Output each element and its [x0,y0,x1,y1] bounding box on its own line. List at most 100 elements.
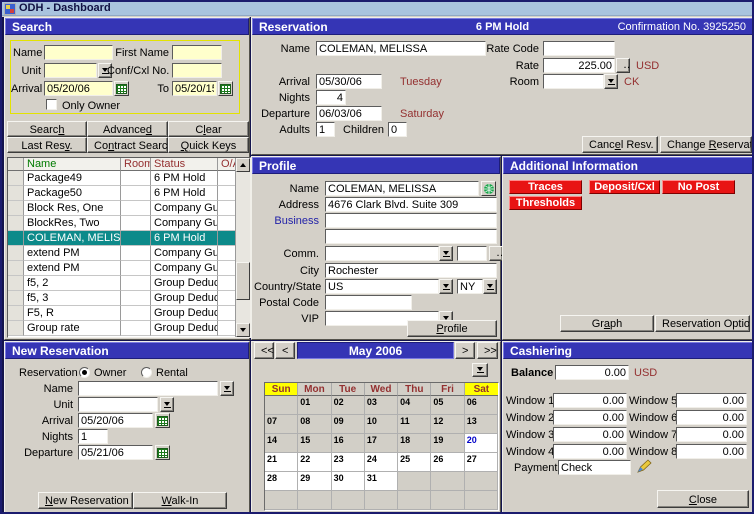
prev-year-button[interactable]: << [254,342,274,359]
only-owner-checkbox[interactable] [46,99,57,110]
calendar-day-25[interactable]: 25 [398,453,431,472]
calendar-day-07[interactable]: 07 [265,415,298,434]
calendar-day-31[interactable]: 31 [365,472,398,491]
next-year-button[interactable]: >> [477,342,498,359]
table-header-status[interactable]: Status [151,158,218,171]
res-arrival-input[interactable] [316,74,382,89]
state-input[interactable] [457,279,483,294]
table-row[interactable]: F5, RGroup Deduct [8,306,235,321]
change-reservation-button[interactable]: Change Reservation [660,136,752,153]
scroll-up-icon[interactable] [236,158,250,172]
calendar-day-14[interactable]: 14 [265,434,298,453]
calendar-day-17[interactable]: 17 [365,434,398,453]
search-button[interactable]: Search [7,121,87,137]
table-scrollbar[interactable] [235,158,250,337]
window-8-field[interactable] [676,444,747,459]
comm-ellipsis-button[interactable]: … [489,246,503,261]
table-row[interactable]: f5, 3Group Deduct [8,291,235,306]
calendar-view-dropdown-icon[interactable] [472,363,488,377]
window-6-field[interactable] [676,410,747,425]
rental-radio[interactable] [141,367,152,378]
window-1-field[interactable] [553,393,627,408]
thresholds-indicator[interactable]: Thresholds [509,196,582,210]
rate-ellipsis-button[interactable]: … [616,58,630,73]
graph-button[interactable]: Graph [560,315,654,332]
calendar-day-24[interactable]: 24 [365,453,398,472]
business-input[interactable] [325,213,497,228]
calendar-day-06[interactable]: 06 [465,396,498,415]
res-name-input[interactable] [316,41,486,56]
owner-radio-label[interactable]: Owner [94,367,134,379]
cancel-resv-button[interactable]: Cancel Resv. [582,136,658,153]
calendar-day-13[interactable]: 13 [465,415,498,434]
window-7-field[interactable] [676,427,747,442]
table-row[interactable]: extend PMCompany Guara [8,261,235,276]
window-3-field[interactable] [553,427,627,442]
table-row[interactable]: Package496 PM Hold [8,171,235,186]
newres-unit-dropdown-icon[interactable] [160,397,174,412]
no-post-indicator[interactable]: No Post [662,180,735,194]
state-dropdown-icon[interactable] [483,279,497,294]
rental-radio-label[interactable]: Rental [156,367,196,379]
table-row[interactable]: Group rateGroup Deduct [8,321,235,336]
comm-input-2[interactable] [457,246,487,261]
country-dropdown-icon[interactable] [439,279,453,294]
close-button[interactable]: Close [657,490,749,508]
table-header-room[interactable]: Room [121,158,151,171]
advanced-button[interactable]: Advanced [87,121,168,137]
newres-name-dropdown-icon[interactable] [220,381,234,396]
calendar-day-05[interactable]: 05 [431,396,464,415]
window-2-field[interactable] [553,410,627,425]
table-header-oa[interactable]: O/A [218,158,235,171]
prev-month-button[interactable]: < [275,342,295,359]
newres-departure-input[interactable] [78,445,153,460]
scroll-down-icon[interactable] [236,323,250,337]
globe-icon[interactable] [481,181,496,196]
country-input[interactable] [325,279,439,294]
business-label[interactable]: Business [254,215,319,227]
nights-input[interactable] [316,90,346,105]
newres-unit-input[interactable] [78,397,158,412]
calendar-day-04[interactable]: 04 [398,396,431,415]
postal-code-input[interactable] [325,295,412,310]
room-dropdown-icon[interactable] [604,74,618,89]
calendar-day-09[interactable]: 09 [332,415,365,434]
adults-input[interactable] [316,122,335,137]
calendar-day-12[interactable]: 12 [431,415,464,434]
window-5-field[interactable] [676,393,747,408]
calendar-day-30[interactable]: 30 [332,472,365,491]
calendar-day-01[interactable]: 01 [298,396,331,415]
table-row[interactable]: BlockRes, TwoCompany Guara [8,216,235,231]
traces-indicator[interactable]: Traces [509,180,582,194]
new-reservation-button[interactable]: New Reservation [38,492,133,509]
calendar-day-18[interactable]: 18 [398,434,431,453]
calendar-day-29[interactable]: 29 [298,472,331,491]
calendar-day-03[interactable]: 03 [365,396,398,415]
newres-departure-calendar-icon[interactable] [155,445,170,460]
payment-edit-pencil-icon[interactable] [637,459,653,478]
calendar-day-21[interactable]: 21 [265,453,298,472]
walk-in-button[interactable]: Walk-In [133,492,227,509]
calendar-day-08[interactable]: 08 [298,415,331,434]
conf-no-input[interactable] [172,63,222,78]
calendar-day-23[interactable]: 23 [332,453,365,472]
rate-input[interactable] [543,58,615,73]
res-departure-input[interactable] [316,106,382,121]
calendar-day-19[interactable]: 19 [431,434,464,453]
next-month-button[interactable]: > [455,342,475,359]
table-row[interactable]: f5, 2Group Deduct [8,276,235,291]
address-input[interactable] [325,197,497,212]
comm-input[interactable] [325,246,439,261]
first-name-input[interactable] [172,45,222,60]
children-input[interactable] [388,122,407,137]
balance-input[interactable] [555,365,629,380]
deposit-cxl-indicator[interactable]: Deposit/Cxl [589,180,660,194]
calendar-day-28[interactable]: 28 [265,472,298,491]
contract-search-button[interactable]: Contract Search [87,137,168,153]
to-calendar-icon[interactable] [218,81,233,96]
search-arrival-input[interactable] [44,81,113,96]
last-resv-button[interactable]: Last Resv. [7,137,87,153]
window-4-field[interactable] [553,444,627,459]
profile-button[interactable]: Profile [407,320,497,337]
clear-button[interactable]: Clear [168,121,249,137]
